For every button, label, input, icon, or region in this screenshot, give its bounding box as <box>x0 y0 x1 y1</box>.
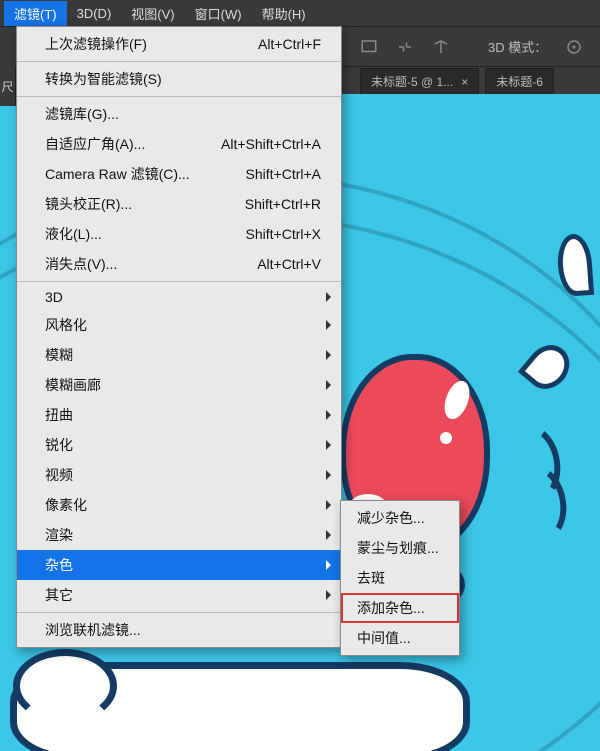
menu-video-submenu[interactable]: 视频 <box>17 460 341 490</box>
item-label: 锐化 <box>45 435 73 455</box>
item-shortcut: Shift+Ctrl+R <box>245 196 321 212</box>
tool-icon[interactable] <box>396 38 414 56</box>
item-label: 自适应广角(A)... <box>45 134 145 154</box>
item-shortcut: Alt+Shift+Ctrl+A <box>221 136 321 152</box>
splash-shape <box>556 233 594 297</box>
menu-adaptive-wide-angle[interactable]: 自适应广角(A)... Alt+Shift+Ctrl+A <box>17 129 341 159</box>
puddle-shape <box>10 662 470 751</box>
submenu-reduce-noise[interactable]: 减少杂色... <box>341 503 459 533</box>
item-label: 视频 <box>45 465 73 485</box>
item-label: 浏览联机滤镜... <box>45 620 141 640</box>
menu-filter-gallery[interactable]: 滤镜库(G)... <box>17 99 341 129</box>
item-label: 镜头校正(R)... <box>45 194 132 214</box>
item-label: 中间值... <box>357 630 411 646</box>
menu-3d[interactable]: 3D(D) <box>67 3 122 24</box>
item-label: 像素化 <box>45 495 87 515</box>
splash-shape <box>518 337 578 398</box>
item-shortcut: Alt+Ctrl+F <box>258 36 321 52</box>
menu-help[interactable]: 帮助(H) <box>252 1 316 26</box>
submenu-median[interactable]: 中间值... <box>341 623 459 653</box>
close-icon[interactable]: × <box>461 75 468 89</box>
filter-dropdown: 上次滤镜操作(F) Alt+Ctrl+F 转换为智能滤镜(S) 滤镜库(G)..… <box>16 26 342 648</box>
item-label: 扭曲 <box>45 405 73 425</box>
item-label: 上次滤镜操作(F) <box>45 34 147 54</box>
menu-browse-online[interactable]: 浏览联机滤镜... <box>17 615 341 645</box>
item-label: 模糊 <box>45 345 73 365</box>
submenu-despeckle[interactable]: 去斑 <box>341 563 459 593</box>
menubar: 滤镜(T) 3D(D) 视图(V) 窗口(W) 帮助(H) <box>0 0 600 26</box>
item-label: 模糊画廊 <box>45 375 101 395</box>
menu-noise-submenu[interactable]: 杂色 <box>17 550 341 580</box>
artwork-text: COOL <box>30 734 357 751</box>
item-label: 渲染 <box>45 525 73 545</box>
document-tab[interactable]: 未标题-5 @ 1... × <box>360 68 479 94</box>
separator <box>17 96 341 97</box>
item-label: 3D <box>45 289 63 305</box>
separator <box>17 281 341 282</box>
menu-sharpen-submenu[interactable]: 锐化 <box>17 430 341 460</box>
tab-label: 未标题-5 @ 1... <box>371 73 453 90</box>
item-label: 液化(L)... <box>45 224 102 244</box>
item-label: 转换为智能滤镜(S) <box>45 69 162 89</box>
item-shortcut: Shift+Ctrl+A <box>246 166 321 182</box>
tool-icon[interactable] <box>432 38 450 56</box>
separator <box>17 612 341 613</box>
submenu-add-noise[interactable]: 添加杂色... <box>341 593 459 623</box>
menu-distort-submenu[interactable]: 扭曲 <box>17 400 341 430</box>
menu-convert-smart[interactable]: 转换为智能滤镜(S) <box>17 64 341 94</box>
menu-liquify[interactable]: 液化(L)... Shift+Ctrl+X <box>17 219 341 249</box>
menu-pixelate-submenu[interactable]: 像素化 <box>17 490 341 520</box>
item-label: 添加杂色... <box>357 600 425 616</box>
motion-line <box>494 419 567 508</box>
menu-blur-gallery-submenu[interactable]: 模糊画廊 <box>17 370 341 400</box>
menu-render-submenu[interactable]: 渲染 <box>17 520 341 550</box>
menu-view[interactable]: 视图(V) <box>121 1 184 26</box>
item-shortcut: Alt+Ctrl+V <box>257 256 321 272</box>
noise-submenu: 减少杂色... 蒙尘与划痕... 去斑 添加杂色... 中间值... <box>340 500 460 656</box>
item-shortcut: Shift+Ctrl+X <box>246 226 321 242</box>
menu-window[interactable]: 窗口(W) <box>185 1 252 26</box>
mode-label: 3D 模式： <box>488 37 547 56</box>
orbit-icon[interactable] <box>565 38 583 56</box>
submenu-dust-scratches[interactable]: 蒙尘与划痕... <box>341 533 459 563</box>
menu-3d-submenu[interactable]: 3D <box>17 284 341 310</box>
document-tab[interactable]: 未标题-6 <box>485 68 554 94</box>
menu-filter[interactable]: 滤镜(T) <box>4 1 67 26</box>
separator <box>17 61 341 62</box>
item-label: 滤镜库(G)... <box>45 104 119 124</box>
item-label: 其它 <box>45 585 73 605</box>
menu-lens-correction[interactable]: 镜头校正(R)... Shift+Ctrl+R <box>17 189 341 219</box>
highlight <box>440 432 452 444</box>
item-label: 消失点(V)... <box>45 254 117 274</box>
menu-other-submenu[interactable]: 其它 <box>17 580 341 610</box>
item-label: 蒙尘与划痕... <box>357 540 439 556</box>
highlight <box>440 377 474 422</box>
item-label: 减少杂色... <box>357 510 425 526</box>
tab-label: 未标题-6 <box>496 73 543 90</box>
item-label: Camera Raw 滤镜(C)... <box>45 164 190 184</box>
menu-vanishing-point[interactable]: 消失点(V)... Alt+Ctrl+V <box>17 249 341 279</box>
menu-camera-raw[interactable]: Camera Raw 滤镜(C)... Shift+Ctrl+A <box>17 159 341 189</box>
menu-stylize-submenu[interactable]: 风格化 <box>17 310 341 340</box>
menu-blur-submenu[interactable]: 模糊 <box>17 340 341 370</box>
item-label: 风格化 <box>45 315 87 335</box>
motion-line <box>500 459 573 548</box>
item-label: 去斑 <box>357 570 385 586</box>
menu-last-filter[interactable]: 上次滤镜操作(F) Alt+Ctrl+F <box>17 29 341 59</box>
ruler-label: 尺 <box>0 66 16 106</box>
item-label: 杂色 <box>45 555 73 575</box>
tool-icon[interactable] <box>360 38 378 56</box>
